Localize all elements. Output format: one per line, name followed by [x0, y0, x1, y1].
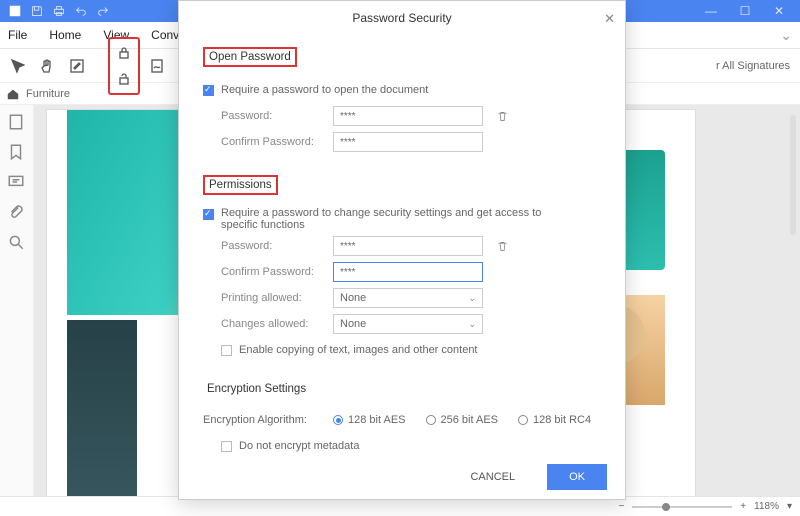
open-password-label: Password:: [203, 110, 333, 122]
changes-label: Changes allowed:: [203, 318, 333, 330]
vertical-scrollbar[interactable]: [790, 115, 796, 235]
dialog-body: Open Password Require a password to open…: [179, 35, 625, 455]
bookmarks-icon[interactable]: [7, 143, 27, 163]
hand-tool-icon[interactable]: [34, 53, 60, 79]
dialog-footer: CANCEL OK: [179, 455, 625, 499]
zoom-out-icon[interactable]: −: [618, 501, 624, 512]
comments-icon[interactable]: [7, 173, 27, 193]
perm-password-input[interactable]: [333, 236, 483, 256]
aes128-radio[interactable]: [333, 415, 343, 425]
no-encrypt-metadata-checkbox[interactable]: [221, 441, 232, 452]
enable-copy-label: Enable copying of text, images and other…: [239, 344, 478, 356]
chevron-down-icon: ⌄: [468, 319, 476, 330]
password-security-dialog: Password Security ✕ Open Password Requir…: [178, 0, 626, 500]
sidebar: [0, 105, 34, 496]
menu-file[interactable]: File: [8, 28, 27, 42]
printing-label: Printing allowed:: [203, 292, 333, 304]
chevron-down-icon: ⌄: [468, 293, 476, 304]
perm-password-label: Password:: [203, 240, 333, 252]
attachments-icon[interactable]: [7, 203, 27, 223]
close-icon[interactable]: ✕: [604, 11, 615, 27]
open-password-heading: Open Password: [203, 47, 297, 67]
zoom-thumb[interactable]: [662, 503, 670, 511]
perm-confirm-label: Confirm Password:: [203, 266, 333, 278]
undo-icon[interactable]: [74, 4, 88, 18]
require-open-password-checkbox[interactable]: [203, 85, 214, 96]
close-window-button[interactable]: ✕: [762, 0, 796, 22]
open-confirm-label: Confirm Password:: [203, 136, 333, 148]
page-image: [67, 320, 137, 496]
security-tools-highlight: [108, 37, 140, 95]
menu-home[interactable]: Home: [49, 28, 81, 42]
aes256-radio[interactable]: [426, 415, 436, 425]
zoom-level: 118%: [754, 501, 779, 512]
lock-icon[interactable]: [111, 40, 137, 66]
encryption-heading: Encryption Settings: [203, 381, 310, 397]
printing-value: None: [340, 292, 366, 304]
permissions-heading: Permissions: [203, 175, 278, 195]
clear-signatures-label[interactable]: r All Signatures: [716, 60, 800, 72]
breadcrumb-item[interactable]: Furniture: [26, 88, 70, 100]
rc4-radio[interactable]: [518, 415, 528, 425]
delete-icon[interactable]: [491, 105, 513, 127]
algorithm-label: Encryption Algorithm:: [203, 414, 333, 426]
zoom-in-icon[interactable]: +: [740, 501, 746, 512]
require-permissions-label: Require a password to change security se…: [221, 207, 581, 231]
chevron-down-icon[interactable]: ▾: [787, 501, 792, 512]
delete-icon[interactable]: [491, 235, 513, 257]
app-logo-icon: [8, 4, 22, 18]
zoom-slider[interactable]: [632, 506, 732, 508]
collapse-ribbon-icon[interactable]: ⌄: [780, 27, 792, 44]
perm-confirm-input[interactable]: [333, 262, 483, 282]
enable-copy-checkbox[interactable]: [221, 345, 232, 356]
dialog-title-bar: Password Security ✕: [179, 1, 625, 35]
sign-document-icon[interactable]: [144, 53, 170, 79]
redo-icon[interactable]: [96, 4, 110, 18]
open-confirm-input[interactable]: [333, 132, 483, 152]
open-password-input[interactable]: [333, 106, 483, 126]
search-icon[interactable]: [7, 233, 27, 253]
aes128-label: 128 bit AES: [348, 414, 406, 426]
aes256-label: 256 bit AES: [441, 414, 499, 426]
changes-value: None: [340, 318, 366, 330]
printing-select[interactable]: None ⌄: [333, 288, 483, 308]
dialog-title: Password Security: [352, 11, 451, 25]
minimize-button[interactable]: —: [694, 0, 728, 22]
changes-select[interactable]: None ⌄: [333, 314, 483, 334]
home-icon[interactable]: [6, 87, 20, 101]
unlock-icon[interactable]: [111, 66, 137, 92]
maximize-button[interactable]: ☐: [728, 0, 762, 22]
cancel-button[interactable]: CANCEL: [448, 464, 537, 490]
rc4-label: 128 bit RC4: [533, 414, 591, 426]
require-permissions-checkbox[interactable]: [203, 209, 214, 220]
save-icon[interactable]: [30, 4, 44, 18]
menu-convert[interactable]: Conv: [151, 28, 179, 42]
select-tool-icon[interactable]: [4, 53, 30, 79]
edit-tool-icon[interactable]: [64, 53, 90, 79]
require-open-password-label: Require a password to open the document: [221, 84, 428, 96]
ok-button[interactable]: OK: [547, 464, 607, 490]
no-encrypt-metadata-label: Do not encrypt metadata: [239, 440, 359, 452]
print-icon[interactable]: [52, 4, 66, 18]
thumbnails-icon[interactable]: [7, 113, 27, 133]
